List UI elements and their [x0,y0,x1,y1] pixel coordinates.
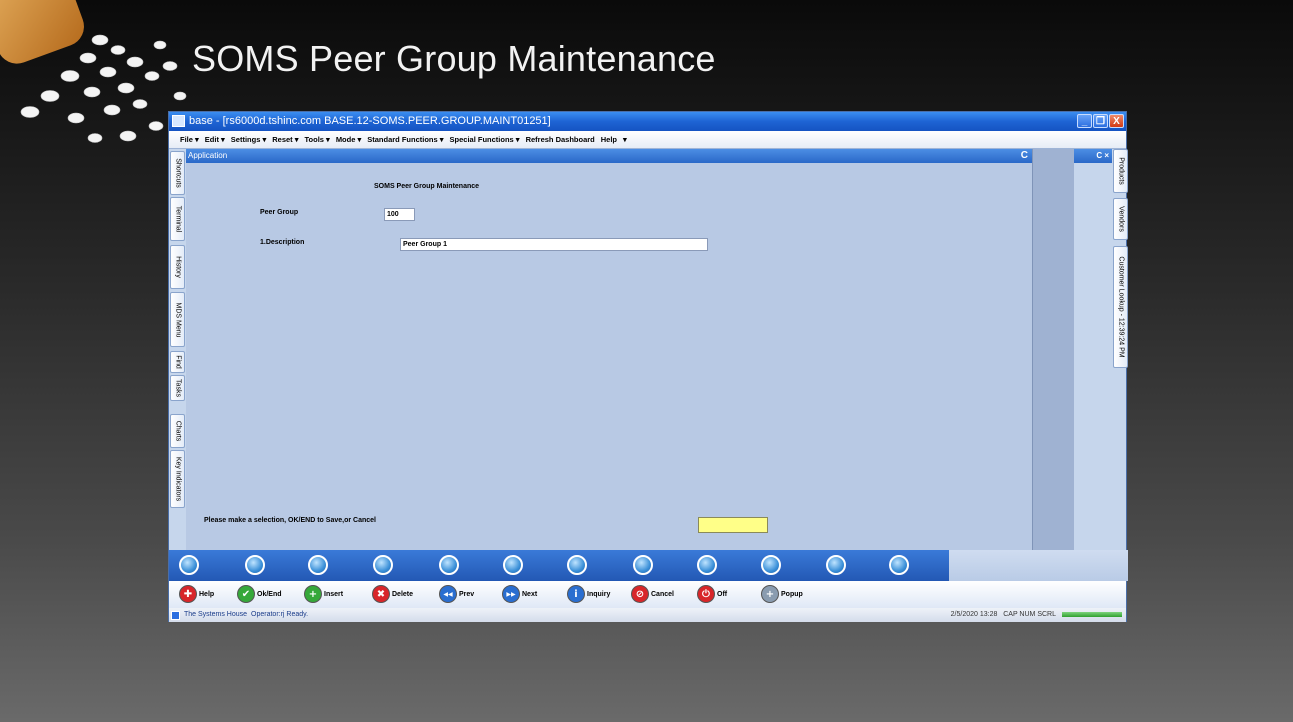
rewind-icon: ◀◀ [439,585,457,603]
left-sidebar-tabs: Shortcuts Terminal History MDS Menu Find… [169,149,186,549]
info-icon: i [567,585,585,603]
function-key-3[interactable] [308,555,328,575]
off-button[interactable]: ⏻ Off [697,585,727,603]
application-panel: Application C SOMS Peer Group Maintenanc… [186,149,1032,550]
tab-mds-menu[interactable]: MDS Menu [170,292,185,347]
delete-button[interactable]: ✖ Delete [372,585,413,603]
restore-button[interactable]: ❐ [1093,114,1108,128]
status-company: The Systems House [184,611,248,618]
toolbar-button-label: Ok/End [257,590,282,598]
power-icon: ⏻ [697,585,715,603]
right-sidebar-tabs: Products Vendors Customer Lookup - 12:39… [1112,149,1128,550]
function-key-2[interactable] [245,555,265,575]
toolbar-button-label: Popup [781,590,803,598]
menu-special-functions[interactable]: Special Functions ▾ [447,131,523,148]
right-panel-header[interactable]: C × [1074,149,1112,163]
close-button[interactable]: X [1109,114,1124,128]
function-key-5[interactable] [439,555,459,575]
help-button[interactable]: ✚ Help [179,585,214,603]
toolbar-button-label: Off [717,590,728,598]
menu-reset[interactable]: Reset ▾ [269,131,301,148]
menu-standard-functions[interactable]: Standard Functions ▾ [364,131,446,148]
tab-key-indicators[interactable]: Key Indicators [170,450,185,508]
check-icon: ✔ [237,585,255,603]
selection-prompt: Please make a selection, OK/END to Save,… [204,517,376,524]
inquiry-button[interactable]: i Inquiry [567,585,610,603]
form-title: SOMS Peer Group Maintenance [374,183,480,190]
window-title: base - [rs6000d.tshinc.com BASE.12-SOMS.… [189,115,551,127]
menu-tools[interactable]: Tools ▾ [302,131,333,148]
menu-settings[interactable]: Settings ▾ [228,131,269,148]
tab-shortcuts[interactable]: Shortcuts [170,151,185,195]
refresh-icon[interactable]: C [1021,149,1028,163]
tab-terminal[interactable]: Terminal [170,197,185,241]
next-button[interactable]: ▶▶ Next [502,585,537,603]
app-window: base - [rs6000d.tshinc.com BASE.12-SOMS.… [168,111,1128,622]
menu-overflow[interactable]: ▾ [620,131,630,148]
lifebuoy-icon: ✚ [179,585,197,603]
tab-find[interactable]: Find [170,351,185,373]
x-icon: ✖ [372,585,390,603]
menu-edit[interactable]: Edit ▾ [202,131,228,148]
function-key-6[interactable] [503,555,523,575]
disk-icon [171,610,180,620]
status-progress [1062,612,1122,617]
database-add-icon: + [761,585,779,603]
toolbar-button-label: Cancel [651,590,674,598]
peer-group-label: Peer Group [260,209,299,216]
window-titlebar[interactable]: base - [rs6000d.tshinc.com BASE.12-SOMS.… [169,112,1126,131]
prev-button[interactable]: ◀◀ Prev [439,585,474,603]
tab-tasks[interactable]: Tasks [170,375,185,401]
function-key-bar [169,550,1128,581]
toolbar-button-label: Prev [459,590,475,598]
status-indicators: CAP NUM SCRL [1003,611,1056,618]
tab-vendors[interactable]: Vendors [1113,198,1128,240]
description-field[interactable]: Peer Group 1 [400,238,708,251]
slide-title: SOMS Peer Group Maintenance [192,38,716,79]
side-column [1032,149,1074,550]
menu-mode[interactable]: Mode ▾ [333,131,364,148]
menu-file[interactable]: File ▾ [177,131,202,148]
fast-forward-icon: ▶▶ [502,585,520,603]
function-key-10[interactable] [761,555,781,575]
action-toolbar: ✚ Help ✔ Ok/End + Insert ✖ Delete ◀◀ Prev ▶▶ Next i I… [169,581,1126,608]
menu-help[interactable]: Help [598,131,620,148]
ok-end-button[interactable]: ✔ Ok/End [237,585,282,603]
form-area: SOMS Peer Group Maintenance Peer Group 1… [186,163,1032,550]
function-key-11[interactable] [826,555,846,575]
minimize-button[interactable]: _ [1077,114,1092,128]
right-panel: C × [1074,149,1112,550]
menu-bar: File ▾ Edit ▾ Settings ▾ Reset ▾ Tools ▾… [169,131,1126,149]
app-icon [172,115,185,127]
toolbar-button-label: Help [199,590,215,598]
selection-input[interactable] [698,517,768,533]
popup-button[interactable]: + Popup [761,585,803,603]
cancel-button[interactable]: ⊘ Cancel [631,585,674,603]
peer-group-field[interactable]: 100 [384,208,415,221]
function-key-1[interactable] [179,555,199,575]
toolbar-button-label: Delete [392,590,414,598]
function-key-9[interactable] [697,555,717,575]
insert-button[interactable]: + Insert [304,585,343,603]
tab-charts[interactable]: Charts [170,414,185,448]
menu-refresh-dashboard[interactable]: Refresh Dashboard [523,131,598,148]
function-key-7[interactable] [567,555,587,575]
tab-customer-lookup[interactable]: Customer Lookup - 12:39:24 PM [1113,246,1128,368]
function-key-8[interactable] [633,555,653,575]
toolbar-button-label: Insert [324,590,344,598]
panel-header: Application C [186,149,1032,163]
status-bar: The Systems House Operator:rj Ready. 2/5… [169,608,1126,622]
function-key-12[interactable] [889,555,909,575]
plus-icon: + [304,585,322,603]
function-key-4[interactable] [373,555,393,575]
tab-products[interactable]: Products [1113,149,1128,193]
status-operator: Operator:rj Ready. [251,611,309,618]
panel-title: Application [188,151,228,160]
toolbar-button-label: Inquiry [587,590,611,598]
cancel-icon: ⊘ [631,585,649,603]
toolbar-button-label: Next [522,590,538,598]
status-datetime: 2/5/2020 13:28 [950,611,998,618]
tab-history[interactable]: History [170,245,185,289]
description-label: 1.Description [260,239,305,246]
